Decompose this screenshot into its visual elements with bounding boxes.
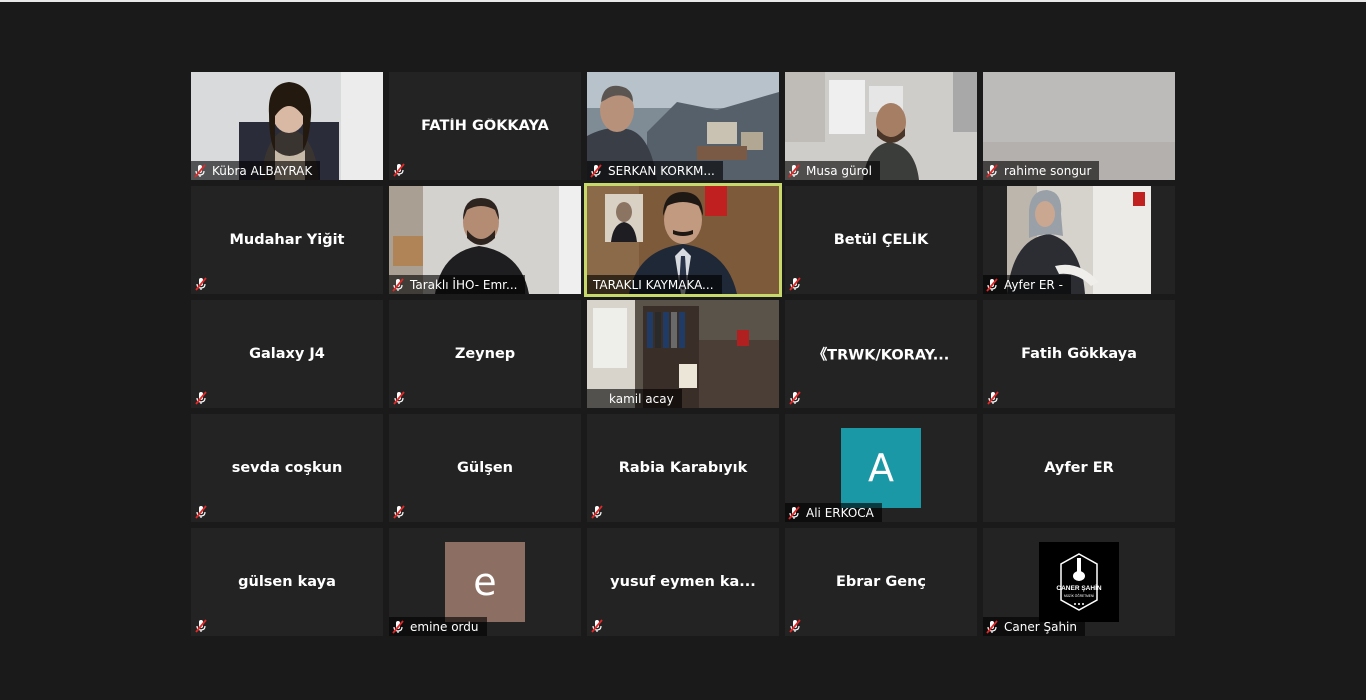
participant-tile-gulsen-kaya[interactable]: gülsen kaya — [191, 528, 383, 636]
participant-label: Musa gürol — [785, 161, 880, 180]
mic-muted-icon — [393, 505, 405, 519]
participant-tile-ali-erkoca[interactable]: A Ali ERKOCA — [785, 414, 977, 522]
svg-text:CANER ŞAHİN: CANER ŞAHİN — [1056, 584, 1101, 592]
participant-display-name: Mudahar Yiğit — [229, 232, 345, 248]
participant-tile-trwk-koray[interactable]: 《TRWK/KORAY... — [785, 300, 977, 408]
participant-label: Caner Şahin — [983, 617, 1085, 636]
participant-label: Ali ERKOCA — [785, 503, 882, 522]
participant-display-name: Fatih Gökkaya — [1021, 346, 1137, 362]
participant-name: Caner Şahin — [1004, 619, 1077, 634]
caner-sahin-logo: CANER ŞAHİN MÜZİK ÖĞRETMENİ — [1039, 542, 1119, 622]
mic-muted-icon — [986, 619, 998, 634]
mic-muted-icon — [789, 619, 801, 633]
participant-label: Ayfer ER - — [983, 275, 1071, 294]
participant-name: kamil acay — [609, 391, 674, 406]
participant-tile-sevda-coskun[interactable]: sevda coşkun — [191, 414, 383, 522]
participant-display-name: Gülşen — [457, 460, 513, 476]
participant-avatar: A — [841, 428, 921, 508]
mic-muted-icon — [194, 163, 206, 178]
participant-name: Ali ERKOCA — [806, 505, 874, 520]
mic-muted-icon — [393, 391, 405, 405]
mic-muted-icon — [789, 391, 801, 405]
participant-tile-rabia-karabiyik[interactable]: Rabia Karabıyık — [587, 414, 779, 522]
participant-tile-caner-sahin[interactable]: CANER ŞAHİN MÜZİK ÖĞRETMENİ Caner Şahin — [983, 528, 1175, 636]
mic-muted-icon — [392, 619, 404, 634]
participant-tile-yusuf-eymen[interactable]: yusuf eymen ka... — [587, 528, 779, 636]
participant-label: emine ordu — [389, 617, 487, 636]
participant-tile-zeynep[interactable]: Zeynep — [389, 300, 581, 408]
participant-tile-mudahar-yigit[interactable]: Mudahar Yiğit — [191, 186, 383, 294]
participant-tile-gulsen[interactable]: Gülşen — [389, 414, 581, 522]
window-top-edge — [0, 0, 1366, 2]
participant-tile-ayfer-er-video[interactable]: Ayfer ER - — [983, 186, 1175, 294]
participant-display-name: FATİH GÖKKAYA — [421, 118, 549, 134]
mic-muted-icon — [392, 277, 404, 292]
participant-tile-galaxy-j4[interactable]: Galaxy J4 — [191, 300, 383, 408]
participant-display-name: gülsen kaya — [238, 574, 336, 590]
participant-label: Taraklı İHO- Emr... — [389, 275, 526, 294]
participant-tile-tarakli-kaymakam[interactable]: TARAKLI KAYMAKA... — [584, 183, 782, 297]
participant-tile-betul-celik[interactable]: Betül ÇELİK — [785, 186, 977, 294]
participant-display-name: Zeynep — [454, 346, 516, 362]
svg-text:MÜZİK ÖĞRETMENİ: MÜZİK ÖĞRETMENİ — [1064, 593, 1094, 598]
participant-display-name: Galaxy J4 — [249, 346, 325, 362]
mic-muted-icon — [788, 505, 800, 520]
participant-name: Kübra ALBAYRAK — [212, 163, 313, 178]
participant-label: rahime songur — [983, 161, 1100, 180]
mic-muted-icon — [195, 619, 207, 633]
mic-muted-icon — [788, 163, 800, 178]
participant-tile-musa-gurol[interactable]: Musa gürol — [785, 72, 977, 180]
participant-tile-fatih-gokkaya[interactable]: FATİH GÖKKAYA — [389, 72, 581, 180]
participant-name: SERKAN KORKM... — [608, 163, 715, 178]
mic-muted-icon — [393, 163, 405, 177]
participant-avatar: e — [445, 542, 525, 622]
participant-name: Taraklı İHO- Emr... — [410, 277, 518, 292]
mic-muted-icon — [591, 505, 603, 519]
gallery-grid: Kübra ALBAYRAK FATİH GÖKKAYA SERKAN KORK… — [191, 72, 1175, 636]
participant-label: TARAKLI KAYMAKA... — [587, 275, 722, 294]
participant-tile-ebrar-genc[interactable]: Ebrar Genç — [785, 528, 977, 636]
participant-display-name: yusuf eymen ka... — [610, 574, 756, 590]
participant-name: rahime songur — [1004, 163, 1092, 178]
participant-tile-rahime-songur[interactable]: rahime songur — [983, 72, 1175, 180]
participant-display-name: Ebrar Genç — [835, 574, 927, 590]
mic-muted-icon — [195, 505, 207, 519]
avatar-initial: e — [473, 560, 497, 604]
mic-muted-icon — [195, 391, 207, 405]
participant-display-name: sevda coşkun — [231, 460, 343, 476]
participant-tile-tarakli-iho[interactable]: Taraklı İHO- Emr... — [389, 186, 581, 294]
participant-tile-fatih-gokkaya-2[interactable]: Fatih Gökkaya — [983, 300, 1175, 408]
participant-name: emine ordu — [410, 619, 479, 634]
mic-muted-icon — [195, 277, 207, 291]
mic-muted-icon — [591, 619, 603, 633]
participant-display-name: Betül ÇELİK — [833, 232, 929, 248]
mic-muted-icon — [590, 163, 602, 178]
participant-display-name: Rabia Karabıyık — [618, 460, 748, 476]
mic-muted-icon — [789, 277, 801, 291]
participant-tile-serkan-korkmaz[interactable]: SERKAN KORKM... — [587, 72, 779, 180]
participant-display-name: Ayfer ER — [1044, 460, 1114, 476]
participant-name: Ayfer ER - — [1004, 277, 1063, 292]
participant-name: TARAKLI KAYMAKA... — [593, 277, 714, 292]
participant-label: SERKAN KORKM... — [587, 161, 723, 180]
mic-muted-icon — [986, 277, 998, 292]
participant-tile-kamil-acay[interactable]: kamil acay — [587, 300, 779, 408]
participant-tile-kubra-albayrak[interactable]: Kübra ALBAYRAK — [191, 72, 383, 180]
participant-label: Kübra ALBAYRAK — [191, 161, 321, 180]
avatar-initial: A — [868, 446, 894, 490]
participant-tile-ayfer-er[interactable]: Ayfer ER — [983, 414, 1175, 522]
participant-display-name: 《TRWK/KORAY... — [812, 347, 950, 364]
participant-name: Musa gürol — [806, 163, 872, 178]
mic-muted-icon — [986, 163, 998, 178]
participant-label: kamil acay — [587, 389, 682, 408]
mic-muted-icon — [987, 391, 999, 405]
participant-tile-emine-ordu[interactable]: e emine ordu — [389, 528, 581, 636]
